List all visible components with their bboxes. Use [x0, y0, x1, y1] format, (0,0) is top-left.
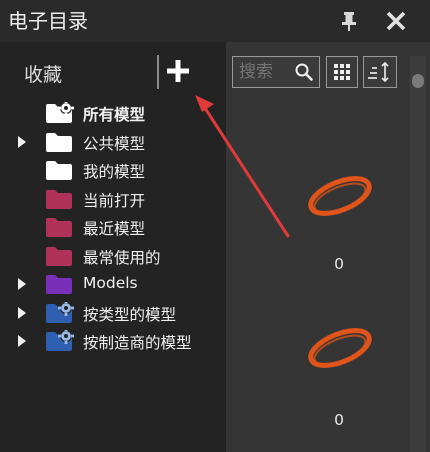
favorites-label: 收藏 [24, 64, 63, 86]
tree-item[interactable]: 最近模型 [0, 214, 226, 240]
expand-arrow-icon[interactable] [17, 135, 27, 148]
plus-icon [167, 60, 189, 82]
search-input[interactable] [239, 61, 289, 83]
pin-icon [342, 12, 356, 31]
folder-icon [46, 161, 72, 180]
model-gallery-panel [226, 42, 430, 452]
tree-item-label: 最常使用的 [83, 248, 161, 267]
tree-item-label: 当前打开 [83, 191, 146, 210]
expand-arrow-icon[interactable] [17, 335, 27, 347]
tree-item-label: Models [83, 274, 138, 292]
tree-item-label: 公共模型 [83, 134, 146, 153]
expand-arrow-icon[interactable] [17, 306, 27, 319]
tree-item[interactable]: 最常使用的 [0, 243, 226, 269]
tree-item-label: 按制造商的模型 [83, 334, 192, 352]
tree-item-label: 我的模型 [83, 163, 146, 181]
window-title: 电子目录 [8, 9, 88, 33]
tree-item[interactable]: 所有模型 [0, 100, 226, 126]
tree-item-label: 按类型的模型 [83, 305, 177, 324]
folder-icon [46, 246, 72, 266]
scrollbar[interactable] [410, 56, 426, 452]
close-button[interactable] [384, 9, 408, 33]
sort-icon [368, 61, 389, 83]
scrollbar-thumb[interactable] [412, 74, 424, 88]
folder-gear-icon [46, 301, 74, 323]
tree-item[interactable]: 当前打开 [0, 186, 226, 212]
close-icon [386, 11, 406, 31]
model-count: 0 [334, 255, 344, 273]
tree-item-label: 最近模型 [83, 220, 146, 238]
expand-arrow-icon[interactable] [17, 278, 27, 290]
ring-model-icon[interactable] [300, 170, 380, 230]
sort-button[interactable] [363, 56, 397, 88]
tree-item[interactable]: 按类型的模型 [0, 300, 226, 326]
folder-icon [46, 132, 72, 152]
model-count: 0 [334, 411, 344, 429]
folder-icon [46, 218, 72, 237]
search-icon[interactable] [294, 62, 314, 82]
grid-view-button[interactable] [326, 56, 358, 88]
folder-gear-icon [46, 330, 74, 351]
title-bar: 电子目录 [0, 0, 430, 42]
tree-item[interactable]: Models [0, 271, 226, 297]
folder-icon [46, 275, 72, 294]
pin-button[interactable] [338, 10, 360, 32]
tree-item-label: 所有模型 [83, 106, 146, 124]
folder-gear-icon [46, 102, 74, 123]
folder-icon [46, 189, 72, 209]
divider [157, 55, 159, 89]
tree-item[interactable]: 公共模型 [0, 129, 226, 155]
ring-model-icon[interactable] [300, 322, 380, 382]
tree-item[interactable]: 按制造商的模型 [0, 328, 226, 354]
grid-view-icon [334, 64, 350, 80]
tree-item[interactable]: 我的模型 [0, 157, 226, 183]
add-favorite-button[interactable] [165, 58, 191, 84]
search-field[interactable] [232, 56, 320, 88]
